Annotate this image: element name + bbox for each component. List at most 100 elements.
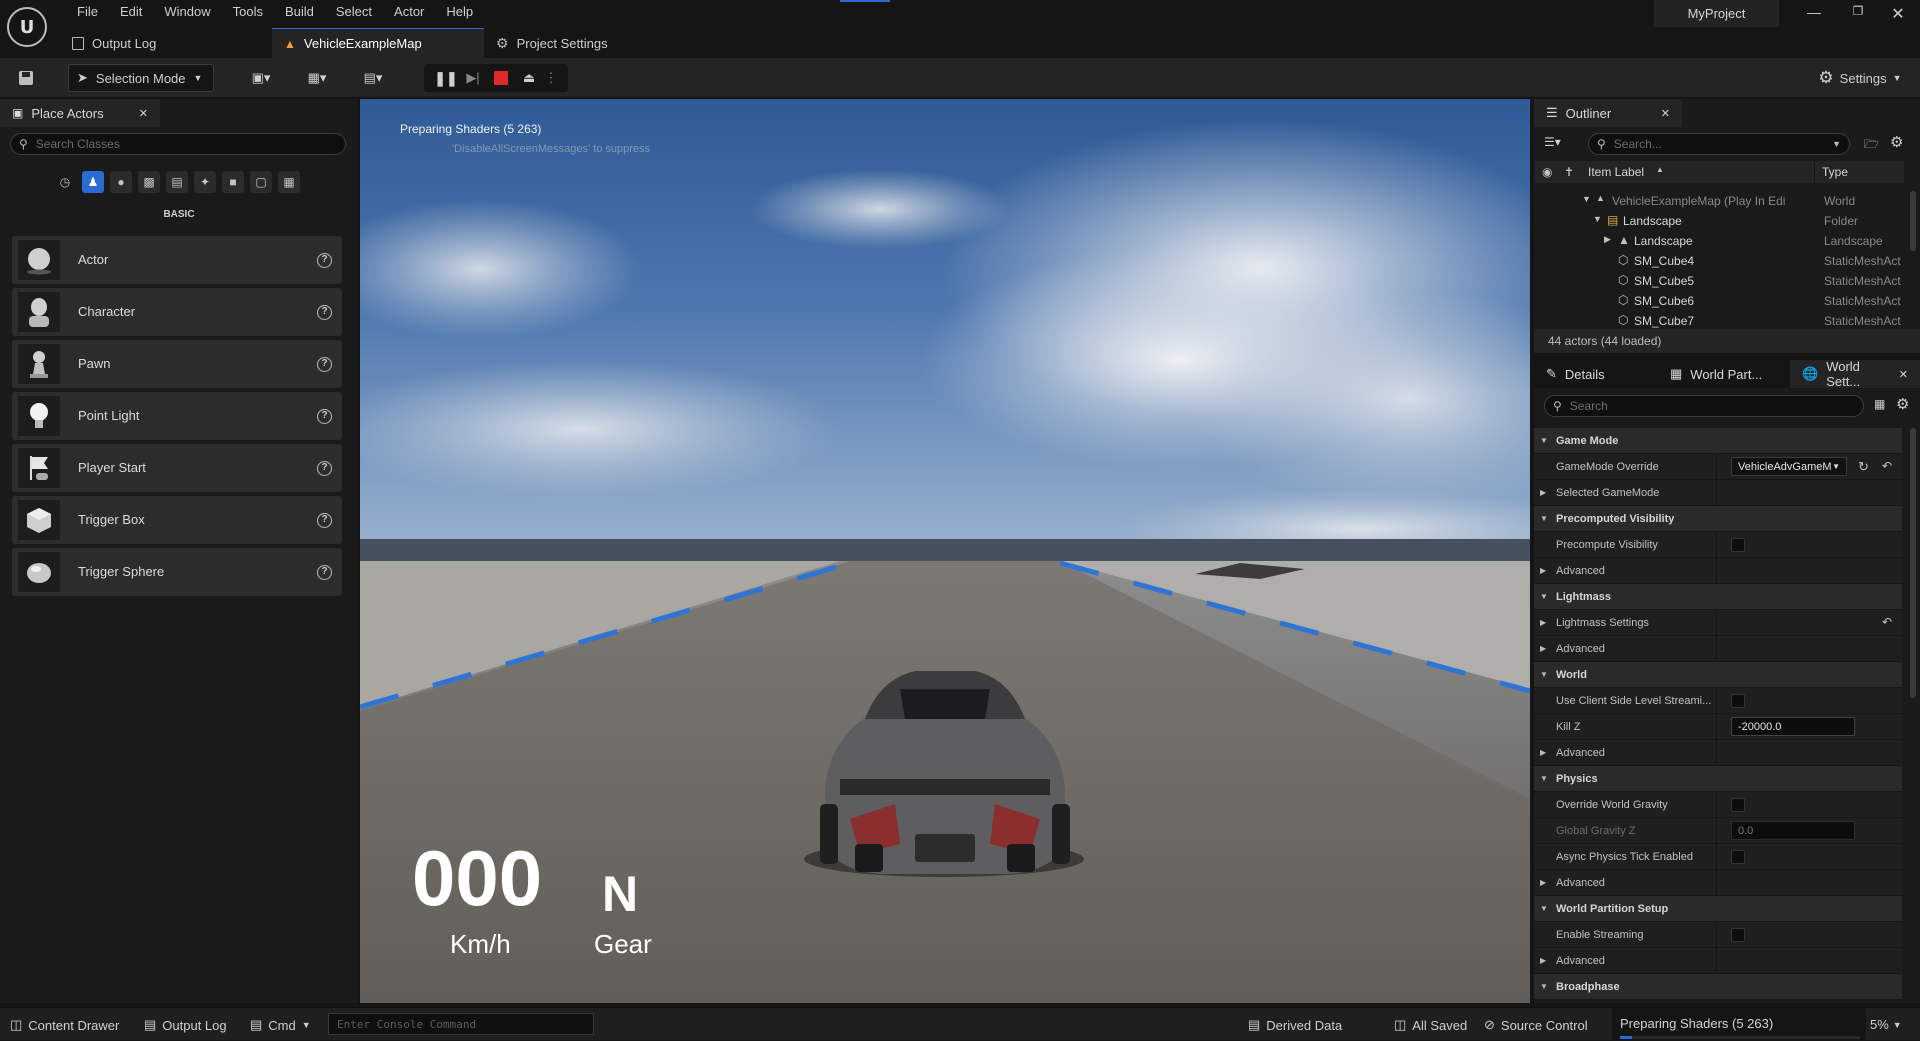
actor-item-trigger-box[interactable]: Trigger Box ? [12, 496, 342, 544]
collapsed-arrow-icon[interactable]: ▶ [1540, 878, 1546, 887]
details-property-row[interactable]: ▶ Selected GameMode [1534, 480, 1902, 506]
tab-world-partition[interactable]: ▦ World Part... [1658, 360, 1786, 388]
shader-progress[interactable]: Preparing Shaders (5 263) [1612, 1008, 1866, 1041]
property-value-input[interactable]: -20000.0 [1731, 717, 1855, 736]
stop-icon[interactable] [487, 71, 515, 85]
actor-item-actor[interactable]: Actor ? [12, 236, 342, 284]
tab-output-log[interactable]: Output Log [60, 28, 270, 58]
help-icon[interactable]: ? [317, 409, 332, 424]
close-icon[interactable]: ✕ [1661, 107, 1670, 120]
help-icon[interactable]: ? [317, 357, 332, 372]
details-property-row[interactable]: ▶ Advanced [1534, 870, 1902, 896]
property-value-input[interactable]: 0.0 [1731, 821, 1855, 840]
collapsed-arrow-icon[interactable]: ▶ [1540, 956, 1546, 965]
browse-icon[interactable]: ↻ [1858, 459, 1869, 475]
menu-actor[interactable]: Actor [383, 0, 435, 24]
outliner-search-input[interactable]: ⚲ Search... ▼ [1588, 133, 1850, 155]
help-icon[interactable]: ? [317, 565, 332, 580]
visual-effects-icon[interactable]: ✦ [194, 171, 216, 193]
save-icon[interactable] [12, 64, 40, 92]
details-section-header[interactable]: ▼ Broadphase [1534, 974, 1902, 1000]
details-section-header[interactable]: ▼ World Partition Setup [1534, 896, 1902, 922]
tab-world-settings[interactable]: 🌐 World Sett... ✕ [1790, 360, 1920, 389]
help-icon[interactable]: ? [317, 513, 332, 528]
blueprint-button[interactable]: ▦▾ [296, 64, 338, 92]
all-saved-button[interactable]: ◫ All Saved [1394, 1017, 1467, 1033]
actor-item-pawn[interactable]: Pawn ? [12, 340, 342, 388]
recent-icon[interactable]: ◷ [54, 171, 76, 193]
details-search-input[interactable]: ⚲ Search [1544, 395, 1864, 417]
shapes-icon[interactable]: ▩ [138, 171, 160, 193]
actor-item-trigger-sphere[interactable]: Trigger Sphere ? [12, 548, 342, 596]
details-property-row[interactable]: ▶ Lightmass Settings ↶ [1534, 610, 1902, 636]
search-classes-input[interactable]: ⚲ Search Classes [10, 133, 346, 155]
outliner-row[interactable]: ▼ ▤ Landscape Folder [1534, 211, 1904, 231]
menu-edit[interactable]: Edit [109, 0, 153, 24]
actor-item-point-light[interactable]: Point Light ? [12, 392, 342, 440]
close-icon[interactable]: ✕ [1899, 368, 1908, 381]
all-classes-icon[interactable]: ▦ [278, 171, 300, 193]
content-drawer-button[interactable]: ◫ Content Drawer [10, 1017, 119, 1033]
expanded-arrow-icon[interactable]: ▼ [1540, 436, 1548, 445]
details-property-row[interactable]: ▶ Advanced [1534, 636, 1902, 662]
details-section-header[interactable]: ▼ Physics [1534, 766, 1902, 792]
cinematic-icon[interactable]: ▤ [166, 171, 188, 193]
property-checkbox[interactable] [1731, 694, 1745, 708]
collapsed-arrow-icon[interactable]: ▶ [1604, 234, 1611, 245]
visibility-eye-icon[interactable]: ◉ [1542, 165, 1552, 179]
menu-build[interactable]: Build [274, 0, 325, 24]
column-item-label[interactable]: Item Label [1588, 165, 1644, 179]
help-icon[interactable]: ? [317, 305, 332, 320]
tab-project-settings[interactable]: ⚙ Project Settings [484, 28, 674, 58]
details-section-header[interactable]: ▼ Game Mode [1534, 428, 1902, 454]
outliner-row[interactable]: ▶ ▲ Landscape Landscape [1534, 231, 1904, 251]
gear-icon[interactable]: ⚙ [1896, 395, 1909, 413]
volumes-icon[interactable]: ▢ [250, 171, 272, 193]
expanded-arrow-icon[interactable]: ▼ [1593, 214, 1602, 224]
console-command-input[interactable]: Enter Console Command [328, 1013, 594, 1035]
pause-icon[interactable]: ❚❚ [433, 70, 459, 87]
outliner-scrollbar[interactable] [1910, 191, 1916, 251]
details-property-row[interactable]: ▶ Advanced [1534, 948, 1902, 974]
tab-vehicleexamplemap[interactable]: ▲ VehicleExampleMap [272, 28, 484, 58]
property-checkbox[interactable] [1731, 538, 1745, 552]
menu-window[interactable]: Window [153, 0, 221, 24]
step-frame-icon[interactable]: ▶| [459, 70, 487, 86]
filter-icon[interactable]: ☰▾ [1544, 135, 1561, 149]
cmd-dropdown[interactable]: ▤ Cmd ▼ [250, 1017, 311, 1033]
output-log-button[interactable]: ▤ Output Log [144, 1017, 227, 1033]
close-icon[interactable]: ✕ [139, 107, 148, 120]
table-view-icon[interactable]: ▦ [1874, 397, 1885, 411]
collapsed-arrow-icon[interactable]: ▶ [1540, 566, 1546, 575]
more-options-icon[interactable]: ⋮ [543, 70, 559, 86]
details-property-row[interactable]: ▶ Advanced [1534, 558, 1902, 584]
property-checkbox[interactable] [1731, 928, 1745, 942]
help-icon[interactable]: ? [317, 253, 332, 268]
gear-icon[interactable]: ⚙ [1890, 133, 1903, 151]
selection-mode-dropdown[interactable]: ➤ Selection Mode ▼ [68, 64, 214, 92]
expanded-arrow-icon[interactable]: ▼ [1540, 514, 1548, 523]
property-checkbox[interactable] [1731, 798, 1745, 812]
progress-percent-dropdown[interactable]: 5% ▼ [1870, 1017, 1902, 1032]
level-viewport[interactable]: Preparing Shaders (5 263) 'DisableAllScr… [360, 99, 1530, 1003]
basic-category-icon[interactable]: ♟ [82, 171, 104, 193]
tab-details[interactable]: ✎ Details [1534, 360, 1654, 388]
outliner-row[interactable]: ⬡ SM_Cube6 StaticMeshAct [1534, 291, 1904, 311]
reset-to-default-icon[interactable]: ↶ [1882, 615, 1892, 629]
actor-item-player-start[interactable]: Player Start ? [12, 444, 342, 492]
restore-icon[interactable]: ❐ [1846, 4, 1870, 24]
expanded-arrow-icon[interactable]: ▼ [1540, 670, 1548, 679]
details-property-row[interactable]: ▶ Advanced [1534, 740, 1902, 766]
add-folder-icon[interactable]: 🗁 [1864, 135, 1879, 156]
menu-select[interactable]: Select [325, 0, 383, 24]
menu-tools[interactable]: Tools [222, 0, 274, 24]
property-checkbox[interactable] [1731, 850, 1745, 864]
actor-item-character[interactable]: Character ? [12, 288, 342, 336]
details-section-header[interactable]: ▼ World [1534, 662, 1902, 688]
reset-to-default-icon[interactable]: ↶ [1882, 459, 1892, 473]
collapsed-arrow-icon[interactable]: ▶ [1540, 644, 1546, 653]
tab-outliner[interactable]: ☰ Outliner ✕ [1534, 99, 1682, 127]
expanded-arrow-icon[interactable]: ▼ [1582, 194, 1591, 204]
outliner-row[interactable]: ⬡ SM_Cube4 StaticMeshAct [1534, 251, 1904, 271]
lights-icon[interactable]: ● [110, 171, 132, 193]
